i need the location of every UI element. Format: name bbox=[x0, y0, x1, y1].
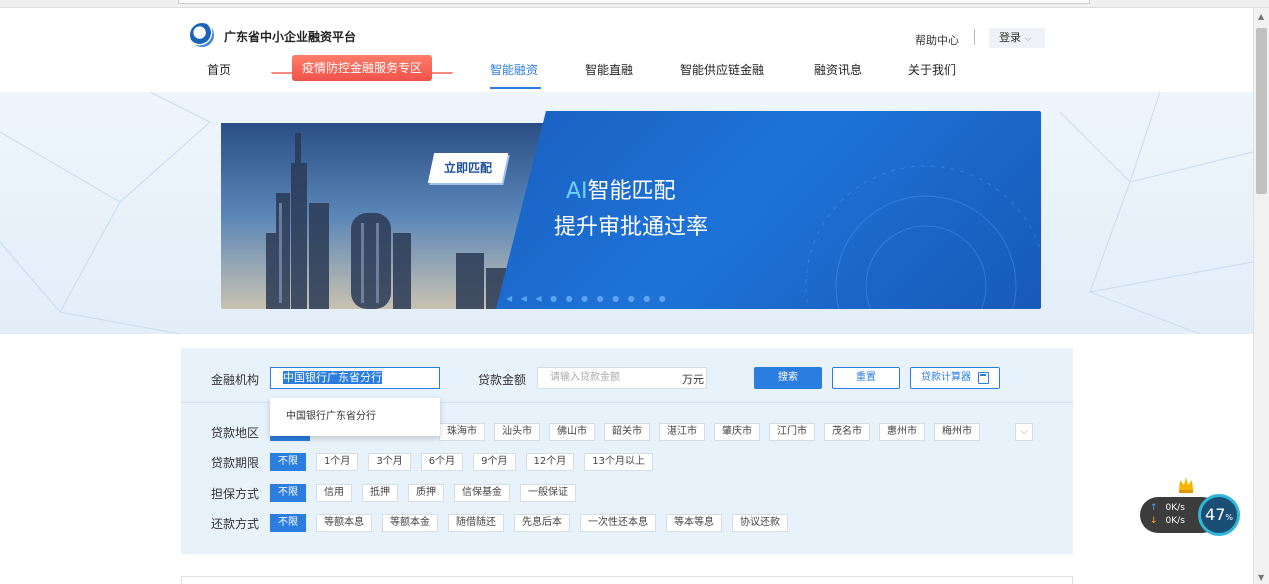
banner-decoration-dots: ◀ ◀ ◀ ● ● ● ● ● ● ● ● bbox=[506, 294, 669, 303]
upload-arrow-icon: ↑ bbox=[1150, 503, 1158, 513]
region-option[interactable]: 茂名市 bbox=[824, 423, 870, 441]
guarantee-options: 不限 信用 抵押 质押 信保基金 一般保证 bbox=[270, 484, 576, 502]
search-button[interactable]: 搜索 bbox=[754, 367, 822, 389]
term-option[interactable]: 13个月以上 bbox=[584, 453, 653, 471]
loan-calculator-button[interactable]: 贷款计算器 bbox=[910, 367, 1000, 389]
percent-sign: % bbox=[1225, 513, 1233, 522]
term-option[interactable]: 不限 bbox=[270, 453, 306, 471]
upload-speed: ↑ 0K/s bbox=[1150, 503, 1185, 513]
memory-usage-gauge[interactable]: 47% bbox=[1198, 494, 1240, 536]
guarantee-option[interactable]: 信用 bbox=[316, 484, 352, 502]
amount-unit: 万元 bbox=[682, 373, 704, 386]
calculator-icon bbox=[978, 372, 989, 384]
nav-smart-direct[interactable]: 智能直融 bbox=[585, 61, 633, 78]
login-label: 登录 bbox=[999, 31, 1021, 44]
network-speed-widget[interactable]: ↑ 0K/s ↓ 0K/s 47% bbox=[1140, 494, 1252, 536]
download-speed: ↓ 0K/s bbox=[1150, 516, 1185, 526]
term-option[interactable]: 3个月 bbox=[368, 453, 411, 471]
term-option[interactable]: 6个月 bbox=[420, 453, 464, 471]
logo-icon[interactable] bbox=[190, 23, 214, 47]
hero-banner[interactable]: 立即匹配 AI智能匹配 提升审批通过率 ◀ ◀ ◀ ● ● ● ● ● ● ● … bbox=[221, 111, 1041, 309]
institution-input[interactable]: 中国银行广东省分行 bbox=[270, 367, 440, 389]
chevron-down-icon: ⌵ bbox=[1024, 34, 1032, 44]
scrollbar-thumb[interactable] bbox=[1256, 28, 1267, 194]
region-option[interactable]: 珠海市 bbox=[439, 423, 485, 441]
banner-subtitle: 提升审批通过率 bbox=[554, 215, 709, 240]
header-divider bbox=[974, 29, 975, 45]
download-arrow-icon: ↓ bbox=[1150, 516, 1158, 526]
crown-icon bbox=[1177, 474, 1195, 496]
term-options: 不限 1个月 3个月 6个月 9个月 12个月 13个月以上 bbox=[270, 453, 653, 471]
nav-home[interactable]: 首页 bbox=[207, 61, 231, 78]
nav-active-underline bbox=[490, 87, 541, 89]
institution-label: 金融机构 bbox=[211, 373, 260, 387]
match-now-button[interactable]: 立即匹配 bbox=[427, 153, 509, 183]
institution-suggestion-dropdown[interactable]: 中国银行广东省分行 bbox=[270, 398, 440, 436]
help-center-link[interactable]: 帮助中心 bbox=[915, 32, 959, 48]
repay-option[interactable]: 等额本金 bbox=[382, 514, 438, 532]
region-option[interactable]: 湛江市 bbox=[659, 423, 705, 441]
expand-regions-button[interactable]: ⌵ bbox=[1015, 423, 1033, 441]
nav-smart-financing[interactable]: 智能融资 bbox=[490, 61, 538, 78]
scroll-up-arrow-icon[interactable]: ▲ bbox=[1258, 12, 1264, 21]
region-option[interactable]: 汕头市 bbox=[494, 423, 540, 441]
guarantee-option[interactable]: 一般保证 bbox=[520, 484, 576, 502]
repay-option[interactable]: 先息后本 bbox=[514, 514, 570, 532]
memory-usage-percent: 47 bbox=[1205, 505, 1226, 524]
region-option[interactable]: 肇庆市 bbox=[714, 423, 760, 441]
site-name[interactable]: 广东省中小企业融资平台 bbox=[224, 28, 356, 45]
amount-label: 贷款金额 bbox=[478, 373, 527, 387]
repay-label: 还款方式 bbox=[211, 517, 260, 531]
login-button[interactable]: 登录 ⌵ bbox=[989, 28, 1045, 48]
match-now-label: 立即匹配 bbox=[443, 161, 492, 175]
banner-title-rest: 智能匹配 bbox=[587, 179, 676, 204]
repay-option[interactable]: 等额本息 bbox=[316, 514, 372, 532]
guarantee-option[interactable]: 质押 bbox=[408, 484, 444, 502]
guarantee-option[interactable]: 不限 bbox=[270, 484, 306, 502]
repay-option[interactable]: 协议还款 bbox=[732, 514, 788, 532]
region-options: 珠海市 汕头市 佛山市 韶关市 湛江市 肇庆市 江门市 茂名市 惠州市 梅州市 bbox=[439, 423, 980, 441]
upload-speed-value: 0K/s bbox=[1165, 503, 1185, 513]
region-label: 贷款地区 bbox=[211, 426, 260, 440]
guarantee-option[interactable]: 抵押 bbox=[362, 484, 398, 502]
institution-value: 中国银行广东省分行 bbox=[283, 371, 382, 384]
banner-title: AI智能匹配 bbox=[566, 173, 676, 205]
scroll-down-arrow-icon[interactable]: ▼ bbox=[1258, 573, 1264, 582]
region-option[interactable]: 佛山市 bbox=[549, 423, 595, 441]
vertical-scrollbar[interactable]: ▲ ▼ bbox=[1253, 8, 1269, 584]
term-option[interactable]: 1个月 bbox=[316, 453, 359, 471]
repay-option[interactable]: 随借随还 bbox=[448, 514, 504, 532]
reset-button[interactable]: 重置 bbox=[832, 367, 900, 389]
repay-option[interactable]: 不限 bbox=[270, 514, 306, 532]
nav-covid-zone[interactable]: 疫情防控金融服务专区 bbox=[292, 55, 432, 81]
results-card bbox=[181, 576, 1073, 584]
browser-top-strip bbox=[0, 0, 1269, 8]
repay-options: 不限 等额本息 等额本金 随借随还 先息后本 一次性还本息 等本等息 协议还款 bbox=[270, 514, 788, 532]
guarantee-label: 担保方式 bbox=[211, 487, 260, 501]
region-option[interactable]: 梅州市 bbox=[934, 423, 980, 441]
term-option[interactable]: 12个月 bbox=[525, 453, 575, 471]
banner-title-ai: AI bbox=[566, 179, 588, 204]
region-option[interactable]: 江门市 bbox=[769, 423, 815, 441]
download-speed-value: 0K/s bbox=[1165, 516, 1185, 526]
region-option[interactable]: 韶关市 bbox=[604, 423, 650, 441]
nav-about[interactable]: 关于我们 bbox=[908, 61, 956, 78]
term-label: 贷款期限 bbox=[211, 456, 260, 470]
nav-supply-chain[interactable]: 智能供应链金融 bbox=[680, 61, 764, 78]
term-option[interactable]: 9个月 bbox=[473, 453, 516, 471]
repay-option[interactable]: 一次性还本息 bbox=[580, 514, 656, 532]
repay-option[interactable]: 等本等息 bbox=[666, 514, 722, 532]
loan-calculator-label: 贷款计算器 bbox=[921, 372, 971, 383]
nav-news[interactable]: 融资讯息 bbox=[814, 61, 862, 78]
guarantee-option[interactable]: 信保基金 bbox=[454, 484, 510, 502]
region-option[interactable]: 惠州市 bbox=[879, 423, 925, 441]
